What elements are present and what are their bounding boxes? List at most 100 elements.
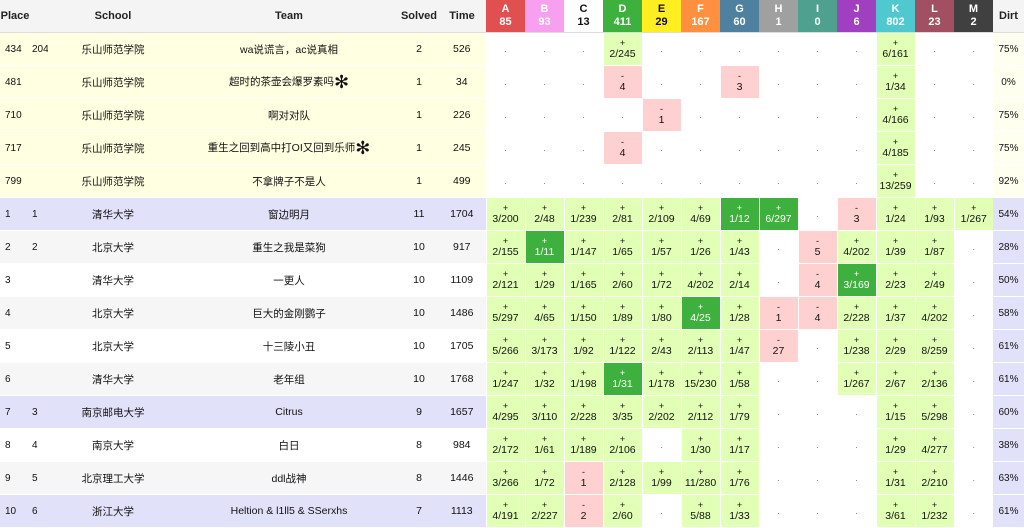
problem-cell-e[interactable]: +2/43 (641, 329, 681, 363)
problem-cell-d[interactable]: -4 (602, 131, 642, 165)
problem-cell-b[interactable]: +1/11 (524, 230, 564, 264)
problem-cell-e[interactable]: +1/57 (641, 230, 681, 264)
problem-header-g[interactable]: G 60 (720, 0, 759, 33)
problem-cell-k[interactable]: +4/185 (875, 131, 915, 165)
team-name[interactable]: 巨大的金刚鹦子 (252, 308, 326, 320)
problem-cell-l[interactable]: +1/87 (914, 230, 954, 264)
problem-header-c[interactable]: C 13 (564, 0, 603, 33)
dirt-header[interactable]: Dirt (993, 0, 1024, 33)
problem-header-l[interactable]: L 23 (915, 0, 954, 33)
solved-header[interactable]: Solved (400, 0, 438, 33)
problem-cell-c[interactable]: +1/92 (563, 329, 603, 363)
problem-cell-k[interactable]: +1/15 (875, 395, 915, 429)
problem-cell-d[interactable]: +1/31 (602, 362, 642, 396)
table-row[interactable]: 2 2 北京大学 重生之我是菜狗 10 917 +2/155 +1/11 +1/147 +1/65… (0, 230, 1024, 264)
table-row[interactable]: 10 6 浙江大学 Heltion & l1ll5 & SSerxhs 7 1113 +4/… (0, 494, 1024, 528)
problem-cell-b[interactable]: +1/61 (524, 428, 564, 462)
table-row[interactable]: 8 4 南京大学 白日 8 984 +2/172 +1/61 +1/189 +2/106. +1/3… (0, 428, 1024, 462)
problem-cell-b[interactable]: +2/48 (524, 197, 564, 231)
problem-cell-d[interactable]: -4 (602, 65, 642, 99)
time-header[interactable]: Time (438, 0, 486, 33)
problem-cell-j[interactable]: +1/267 (836, 362, 876, 396)
problem-cell-h[interactable]: +6/297 (758, 197, 798, 231)
problem-cell-b[interactable]: +1/72 (524, 461, 564, 495)
table-row[interactable]: 7 3 南京邮电大学 Citrus 9 1657 +4/295 +3/110 +2/228 +3/… (0, 395, 1024, 429)
problem-cell-l[interactable]: +8/259 (914, 329, 954, 363)
table-row[interactable]: 710 乐山师范学院 啊对对队 1 226.... -1..... +4/166.. 75% (0, 98, 1024, 132)
problem-header-e[interactable]: E 29 (642, 0, 681, 33)
problem-cell-g[interactable]: +1/79 (719, 395, 759, 429)
place-header[interactable]: Place (0, 0, 30, 33)
problem-cell-c[interactable]: +1/165 (563, 263, 603, 297)
problem-cell-f[interactable]: +2/112 (680, 395, 720, 429)
problem-cell-i[interactable]: -4 (797, 296, 837, 330)
team-name[interactable]: 十三陵小丑 (263, 341, 316, 353)
problem-cell-d[interactable]: +2/60 (602, 494, 642, 528)
problem-cell-d[interactable]: +3/35 (602, 395, 642, 429)
problem-cell-h[interactable]: -27 (758, 329, 798, 363)
problem-cell-e[interactable]: +2/202 (641, 395, 681, 429)
problem-cell-k[interactable]: +6/161 (875, 32, 915, 66)
problem-cell-l[interactable]: +4/202 (914, 296, 954, 330)
problem-cell-j[interactable]: +3/169 (836, 263, 876, 297)
problem-cell-k[interactable]: +1/39 (875, 230, 915, 264)
problem-cell-g[interactable]: +1/76 (719, 461, 759, 495)
problem-cell-g[interactable]: +1/28 (719, 296, 759, 330)
problem-cell-l[interactable]: +5/298 (914, 395, 954, 429)
team-name[interactable]: 超时的茶壶会爆罗素吗 (229, 76, 334, 88)
team-name[interactable]: 一更人 (273, 275, 305, 287)
problem-cell-k[interactable]: +13/259 (875, 164, 915, 198)
problem-cell-d[interactable]: +2/60 (602, 263, 642, 297)
problem-cell-a[interactable]: +4/295 (485, 395, 525, 429)
problem-header-a[interactable]: A 85 (486, 0, 525, 33)
problem-cell-g[interactable]: -3 (719, 65, 759, 99)
problem-cell-e[interactable]: +1/178 (641, 362, 681, 396)
problem-cell-g[interactable]: +1/33 (719, 494, 759, 528)
problem-cell-g[interactable]: +1/58 (719, 362, 759, 396)
problem-cell-a[interactable]: +2/121 (485, 263, 525, 297)
problem-cell-i[interactable]: -5 (797, 230, 837, 264)
problem-cell-j[interactable]: -3 (836, 197, 876, 231)
table-row[interactable]: 3 清华大学 一更人 10 1109 +2/121 +1/29 +1/165 +2/60 +1/7… (0, 263, 1024, 297)
problem-cell-e[interactable]: -1 (641, 98, 681, 132)
problem-cell-d[interactable]: +1/65 (602, 230, 642, 264)
problem-cell-f[interactable]: +5/88 (680, 494, 720, 528)
team-name[interactable]: 重生之回到高中打OI又回到乐师 (208, 142, 356, 154)
problem-cell-k[interactable]: +2/23 (875, 263, 915, 297)
team-name[interactable]: 不拿牌子不是人 (252, 176, 326, 188)
problem-cell-k[interactable]: +2/67 (875, 362, 915, 396)
problem-cell-e[interactable]: +2/109 (641, 197, 681, 231)
problem-cell-j[interactable]: +4/202 (836, 230, 876, 264)
problem-cell-e[interactable]: +1/72 (641, 263, 681, 297)
problem-cell-d[interactable]: +2/128 (602, 461, 642, 495)
table-row[interactable]: 6 清华大学 老年组 10 1768 +1/247 +1/32 +1/198 +1/31 +1/1… (0, 362, 1024, 396)
team-name[interactable]: 重生之我是菜狗 (252, 242, 326, 254)
problem-cell-g[interactable]: +1/17 (719, 428, 759, 462)
problem-cell-k[interactable]: +1/37 (875, 296, 915, 330)
problem-header-j[interactable]: J6 (837, 0, 876, 33)
problem-cell-h[interactable]: -1 (758, 296, 798, 330)
problem-cell-c[interactable]: +2/228 (563, 395, 603, 429)
problem-cell-g[interactable]: +1/47 (719, 329, 759, 363)
problem-cell-f[interactable]: +4/202 (680, 263, 720, 297)
table-row[interactable]: 9 5 北京理工大学 ddl战神 8 1446 +3/266 +1/72-1 +2/128 +1/… (0, 461, 1024, 495)
problem-cell-f[interactable]: +11/280 (680, 461, 720, 495)
problem-cell-g[interactable]: +1/12 (719, 197, 759, 231)
problem-cell-e[interactable]: +1/99 (641, 461, 681, 495)
table-row[interactable]: 4 北京大学 巨大的金刚鹦子 10 1486 +5/297 +4/65 +1/150 +1/89… (0, 296, 1024, 330)
problem-cell-c[interactable]: +1/150 (563, 296, 603, 330)
problem-cell-b[interactable]: +1/29 (524, 263, 564, 297)
problem-cell-k[interactable]: +1/34 (875, 65, 915, 99)
problem-cell-b[interactable]: +3/110 (524, 395, 564, 429)
problem-cell-a[interactable]: +4/191 (485, 494, 525, 528)
table-row[interactable]: 1 1 清华大学 窗边明月 11 1704 +3/200 +2/48 +1/239 +2/81 +2… (0, 197, 1024, 231)
table-row[interactable]: 5 北京大学 十三陵小丑 10 1705 +5/266 +3/173 +1/92 +1/122 +… (0, 329, 1024, 363)
problem-cell-l[interactable]: +1/232 (914, 494, 954, 528)
problem-cell-f[interactable]: +1/30 (680, 428, 720, 462)
problem-cell-e[interactable]: +1/80 (641, 296, 681, 330)
problem-cell-g[interactable]: +1/43 (719, 230, 759, 264)
problem-cell-l[interactable]: +2/49 (914, 263, 954, 297)
table-row[interactable]: 717 乐山师范学院 重生之回到高中打OI又回到乐师✻ 1 245... -4......… (0, 131, 1024, 165)
problem-cell-c[interactable]: +1/189 (563, 428, 603, 462)
problem-header-h[interactable]: H1 (759, 0, 798, 33)
